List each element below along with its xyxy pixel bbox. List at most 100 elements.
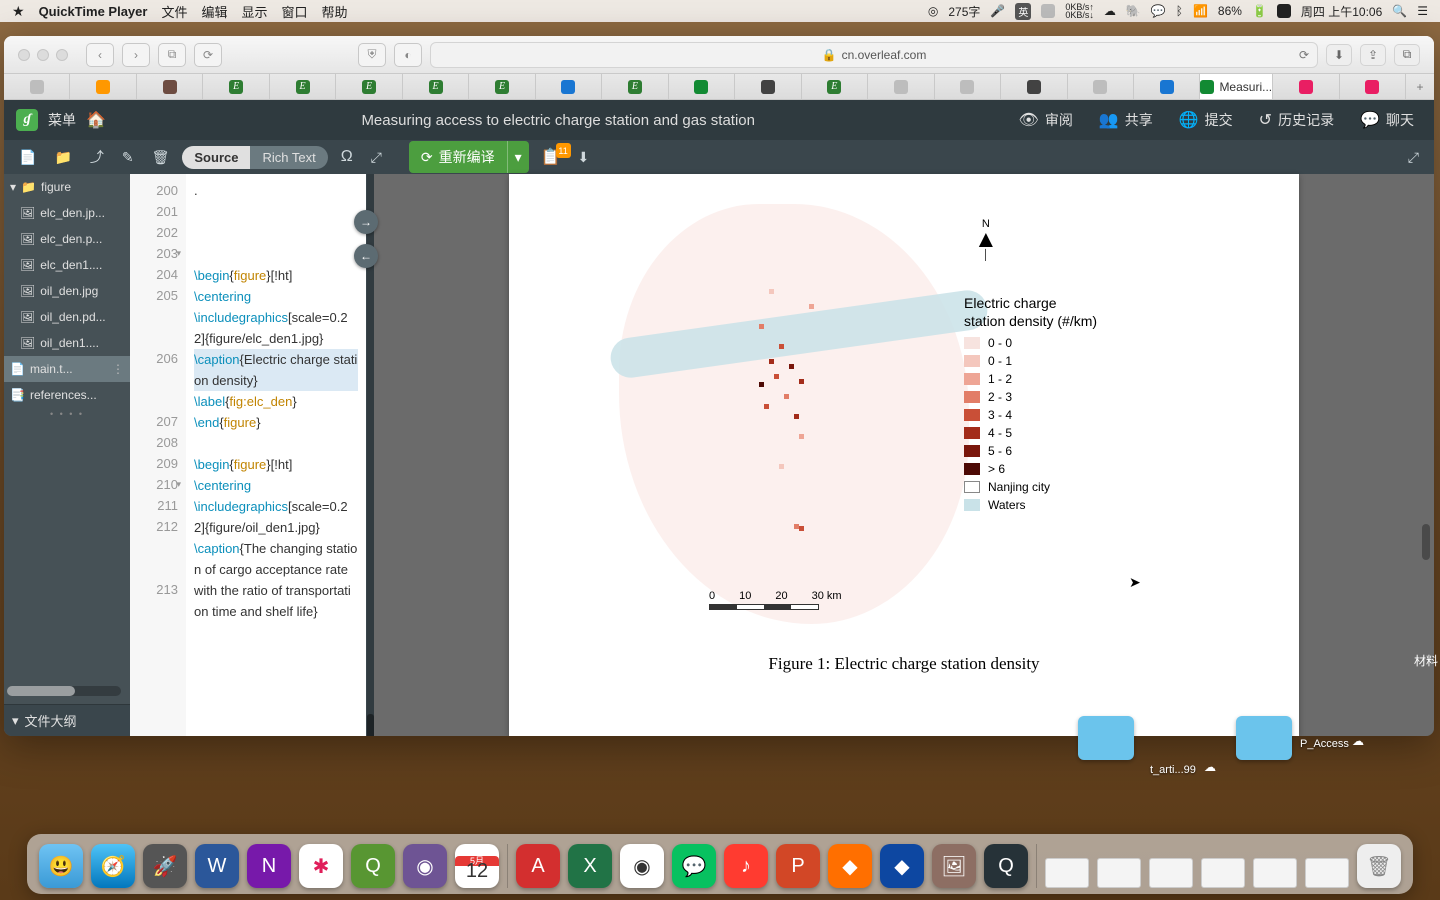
network-monitor[interactable]: 0KB/s↑0KB/s↓: [1065, 3, 1094, 19]
dock-app-acrobat[interactable]: A: [516, 844, 560, 888]
forward-button[interactable]: ›: [122, 43, 150, 67]
file-row[interactable]: 🖼elc_den.p...: [4, 226, 130, 252]
dock-app-onenote[interactable]: N: [247, 844, 291, 888]
dock-app-chrome[interactable]: ◉: [620, 844, 664, 888]
menu-help[interactable]: 帮助: [322, 2, 348, 21]
reload-button[interactable]: ⟳: [194, 43, 222, 67]
address-bar[interactable]: 🔒 cn.overleaf.com ⟳: [430, 42, 1318, 68]
delete-icon[interactable]: 🗑: [147, 146, 175, 169]
file-row[interactable]: 🖼oil_den.jpg: [4, 278, 130, 304]
file-row[interactable]: 🖼oil_den.pd...: [4, 304, 130, 330]
mode-rich-text[interactable]: Rich Text: [250, 146, 327, 169]
control-center-icon[interactable]: ☰: [1417, 4, 1428, 18]
file-menu-icon[interactable]: ⋮: [112, 362, 124, 376]
project-title[interactable]: Measuring access to electric charge stat…: [116, 112, 1001, 129]
chat-button[interactable]: 💬聊天: [1352, 110, 1422, 130]
tray-icon[interactable]: [1041, 4, 1055, 18]
tray-app-icon[interactable]: 💬: [1151, 4, 1166, 18]
file-tree[interactable]: ▾📁figure 🖼elc_den.jp... 🖼elc_den.p... 🖼e…: [4, 174, 130, 736]
browser-tab-active[interactable]: Measuri...: [1200, 74, 1273, 99]
file-row[interactable]: 🖼elc_den.jp...: [4, 200, 130, 226]
dock-trash[interactable]: 🗑: [1357, 844, 1401, 888]
dock-app-launchpad[interactable]: 🚀: [143, 844, 187, 888]
battery-percent[interactable]: 86%: [1218, 4, 1242, 18]
browser-tab[interactable]: E: [802, 74, 868, 99]
dock-app-preview[interactable]: 🖼: [932, 844, 976, 888]
browser-tab[interactable]: [1340, 74, 1406, 99]
history-button[interactable]: ↺历史记录: [1251, 110, 1342, 130]
browser-tab[interactable]: [1001, 74, 1067, 99]
dock-app-calendar[interactable]: 5月12: [455, 844, 499, 888]
dock-app-slack[interactable]: ✱: [299, 844, 343, 888]
dock-minimized-window[interactable]: [1045, 858, 1089, 888]
bluetooth-icon[interactable]: ᛒ: [1176, 4, 1183, 18]
active-app-name[interactable]: QuickTime Player: [39, 4, 148, 19]
tray-app-icon[interactable]: ☁︎: [1104, 4, 1116, 18]
file-row-selected[interactable]: 📄main.t...⋮: [4, 356, 130, 382]
file-row[interactable]: 🖼oil_den1....: [4, 330, 130, 356]
dock-app-excel[interactable]: X: [568, 844, 612, 888]
code-content[interactable]: . \begin{figure}[!ht]\centering\includeg…: [186, 174, 366, 736]
download-pdf-icon[interactable]: ⬇︎: [573, 146, 595, 169]
new-tab-button[interactable]: +: [1406, 74, 1434, 99]
symbol-palette-button[interactable]: Ω: [336, 145, 358, 169]
overleaf-logo-icon[interactable]: ɠ: [16, 109, 38, 131]
apple-menu-icon[interactable]: ★: [12, 3, 25, 20]
pdf-vscrollbar[interactable]: [1422, 184, 1430, 726]
mode-source[interactable]: Source: [182, 146, 250, 169]
browser-tab[interactable]: E: [336, 74, 402, 99]
home-icon[interactable]: 🏠: [86, 110, 106, 130]
dock-app-github[interactable]: ◉: [403, 844, 447, 888]
code-editor[interactable]: → ← 200201202203204205206207208209210211…: [130, 174, 366, 736]
logs-button[interactable]: 📋11: [537, 147, 565, 167]
recompile-button[interactable]: ⟳重新编译 ▾: [409, 141, 529, 173]
file-row[interactable]: 📑references...: [4, 382, 130, 408]
dock-minimized-window[interactable]: [1097, 858, 1141, 888]
sync-to-code-button[interactable]: ←: [354, 244, 378, 268]
menu-file[interactable]: 文件: [161, 2, 187, 21]
ime-zoom-label[interactable]: 275字: [948, 3, 980, 20]
browser-tab[interactable]: E: [469, 74, 535, 99]
menu-edit[interactable]: 编辑: [201, 2, 227, 21]
browser-tab[interactable]: [868, 74, 934, 99]
sync-to-pdf-button[interactable]: →: [354, 210, 378, 234]
browser-tab[interactable]: [1068, 74, 1134, 99]
dock-minimized-window[interactable]: [1253, 858, 1297, 888]
dock-app-generic[interactable]: ◆: [880, 844, 924, 888]
sidebar-toggle-button[interactable]: ⧉: [158, 43, 186, 67]
dock-app-generic[interactable]: ◆: [828, 844, 872, 888]
ime-lang-badge[interactable]: 英: [1015, 3, 1031, 20]
submit-button[interactable]: 🌐提交: [1171, 110, 1241, 130]
tabs-overview-button[interactable]: ⧉: [1394, 44, 1420, 66]
browser-tab[interactable]: [735, 74, 801, 99]
file-row[interactable]: 🖼elc_den1....: [4, 252, 130, 278]
privacy-report-button[interactable]: ⛨: [358, 43, 386, 67]
dock-app-quicktime[interactable]: Q: [984, 844, 1028, 888]
downloads-button[interactable]: ⬇︎: [1326, 44, 1352, 66]
browser-tab[interactable]: E: [270, 74, 336, 99]
refresh-icon[interactable]: ⟳: [1299, 48, 1309, 62]
tray-app-icon[interactable]: 🐘: [1126, 4, 1141, 18]
browser-tab[interactable]: [4, 74, 70, 99]
browser-tab[interactable]: [137, 74, 203, 99]
share-button[interactable]: 👥共享: [1091, 110, 1161, 130]
browser-tab[interactable]: [536, 74, 602, 99]
clock[interactable]: 周四 上午10:06: [1301, 3, 1382, 20]
recompile-dropdown[interactable]: ▾: [507, 141, 529, 173]
browser-tab[interactable]: [1134, 74, 1200, 99]
dock-app-safari[interactable]: 🧭: [91, 844, 135, 888]
browser-tab[interactable]: E: [203, 74, 269, 99]
file-outline-header[interactable]: ▾文件大纲: [4, 704, 130, 736]
desktop-folder[interactable]: [1236, 716, 1292, 760]
browser-tab[interactable]: E: [403, 74, 469, 99]
menu-window[interactable]: 窗口: [281, 2, 307, 21]
menu-view[interactable]: 显示: [241, 2, 267, 21]
browser-tab[interactable]: E: [602, 74, 668, 99]
rename-icon[interactable]: ✎: [117, 146, 139, 169]
scrollbar-thumb[interactable]: [367, 714, 374, 736]
dock-app-netease[interactable]: ♪: [724, 844, 768, 888]
back-button[interactable]: ‹: [86, 43, 114, 67]
reader-toggle-button[interactable]: ◐: [394, 43, 422, 67]
tray-app-icon[interactable]: [1277, 4, 1291, 18]
browser-tab[interactable]: [1273, 74, 1339, 99]
